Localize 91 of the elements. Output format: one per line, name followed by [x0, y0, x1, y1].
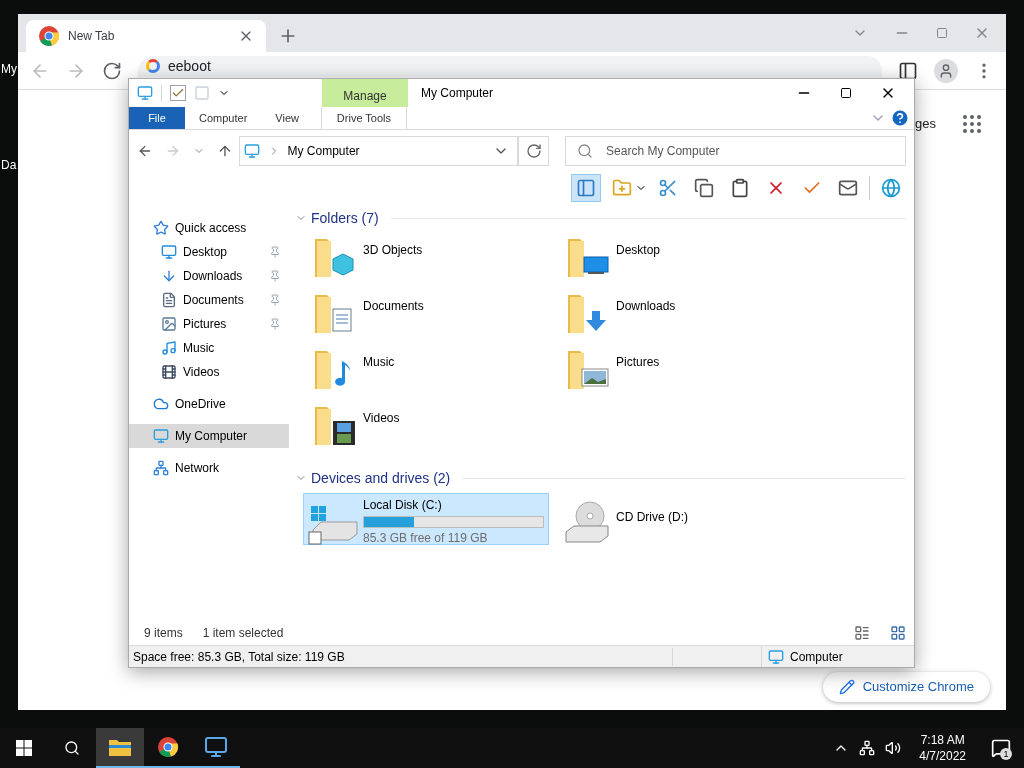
space-info: Space free: 85.3 GB, Total size: 119 GB — [129, 647, 673, 666]
nav-item[interactable]: Documents — [129, 288, 289, 312]
computer-icon — [768, 648, 784, 665]
properties-icon[interactable] — [170, 85, 186, 101]
nav-item[interactable]: Videos — [129, 360, 289, 384]
chrome-icon — [157, 736, 179, 758]
contextual-tab-header: Manage — [322, 79, 408, 107]
item-count: 9 items — [144, 625, 183, 642]
reload-icon[interactable] — [102, 60, 122, 81]
nav-item[interactable]: Quick access — [129, 216, 289, 240]
scissors-icon — [658, 178, 678, 198]
profile-avatar[interactable] — [934, 58, 958, 83]
monitor-icon — [204, 735, 228, 759]
apps-grid-icon[interactable] — [960, 112, 984, 136]
address-field[interactable]: My Computer — [238, 136, 519, 166]
drive-name: CD Drive (D:) — [616, 509, 689, 526]
customize-chrome-button[interactable]: Customize Chrome — [822, 672, 990, 702]
details-view-icon[interactable] — [854, 625, 870, 641]
documents-icon — [161, 292, 177, 308]
folder-name[interactable]: Documents — [363, 289, 424, 315]
pictures-icon — [161, 316, 177, 332]
folder-icon — [612, 178, 632, 198]
ribbon-tab[interactable]: View — [261, 107, 313, 129]
drive-name: Local Disk (C:) — [363, 497, 443, 514]
large-icons-view-icon[interactable] — [890, 625, 906, 641]
folder-name[interactable]: Desktop — [616, 233, 661, 259]
pencil-icon — [838, 679, 855, 695]
maximize-icon[interactable] — [840, 87, 852, 99]
nav-item[interactable]: Network — [129, 456, 289, 480]
preview-pane-button[interactable] — [571, 174, 601, 202]
section-heading[interactable]: Folders (7) — [311, 207, 379, 229]
downloads-icon — [161, 268, 177, 284]
refresh-icon — [525, 143, 542, 159]
notification-button[interactable]: 1 — [984, 728, 1018, 768]
folder-name[interactable]: Music — [363, 345, 395, 371]
google-icon — [146, 59, 160, 73]
nav-item[interactable]: Desktop — [129, 240, 289, 264]
computer-icon — [243, 143, 260, 159]
selection-count: 1 item selected — [202, 625, 284, 642]
message-icon — [991, 738, 1011, 758]
page-link[interactable]: ges — [915, 114, 936, 134]
pane-icon — [576, 178, 596, 198]
nav-item[interactable]: Downloads — [129, 264, 289, 288]
chrome-icon — [38, 25, 60, 47]
search-icon — [64, 740, 80, 756]
ribbon-tab[interactable]: Computer — [185, 107, 262, 129]
help-icon[interactable] — [890, 108, 910, 128]
window-title: My Computer — [421, 85, 494, 102]
ribbon-tab[interactable]: File — [129, 107, 185, 129]
browser-tab[interactable]: New Tab — [26, 20, 266, 52]
nav-item[interactable]: OneDrive — [129, 392, 289, 416]
star-icon — [153, 220, 169, 236]
globe-icon — [881, 178, 901, 198]
videos-icon — [161, 364, 177, 380]
folder-name[interactable]: Pictures — [616, 345, 660, 371]
volume-icon[interactable] — [885, 740, 902, 756]
location-label: Computer — [790, 648, 843, 666]
nav-item[interactable]: Pictures — [129, 312, 289, 336]
network-icon[interactable] — [859, 740, 876, 756]
windows-logo — [16, 740, 32, 756]
search-field[interactable]: Search My Computer — [565, 136, 907, 166]
folder-name[interactable]: Downloads — [616, 289, 676, 315]
computer-icon — [137, 85, 153, 101]
person-icon — [938, 62, 954, 79]
desktop-icon — [161, 244, 177, 260]
refresh-button[interactable] — [518, 136, 550, 166]
clock[interactable]: 7:18 AM 4/7/2022 — [911, 732, 974, 764]
address-bar[interactable]: eeboot — [138, 56, 882, 77]
drive-tile[interactable]: Local Disk (C:) 85.3 GB free of 119 GB — [303, 493, 549, 545]
free-space-text: 85.3 GB free of 119 GB — [363, 530, 489, 547]
desktop-icon-label[interactable]: Da — [1, 156, 17, 174]
section-heading[interactable]: Devices and drives (2) — [311, 467, 451, 489]
network-icon — [153, 460, 169, 476]
notification-badge: 1 — [1000, 748, 1012, 760]
desktop-icon-label[interactable]: My — [1, 60, 17, 78]
ribbon-tab[interactable]: Drive Tools — [320, 107, 407, 129]
cloud-icon — [153, 396, 169, 412]
folder-icon — [109, 738, 131, 756]
copy-icon — [694, 178, 714, 198]
drive-tile[interactable]: CD Drive (D:) — [556, 493, 802, 545]
folder-name[interactable]: 3D Objects — [363, 233, 423, 259]
clipboard-icon — [730, 178, 750, 198]
folder-name[interactable]: Videos — [363, 401, 400, 427]
back-icon[interactable] — [137, 143, 153, 159]
envelope-icon — [838, 178, 858, 198]
computer-icon — [153, 428, 169, 444]
music-icon — [161, 340, 177, 356]
explorer-taskbar-button[interactable] — [96, 728, 144, 768]
nav-item[interactable]: Music — [129, 336, 289, 360]
nav-item[interactable]: My Computer — [129, 424, 289, 448]
search-icon — [577, 143, 594, 159]
